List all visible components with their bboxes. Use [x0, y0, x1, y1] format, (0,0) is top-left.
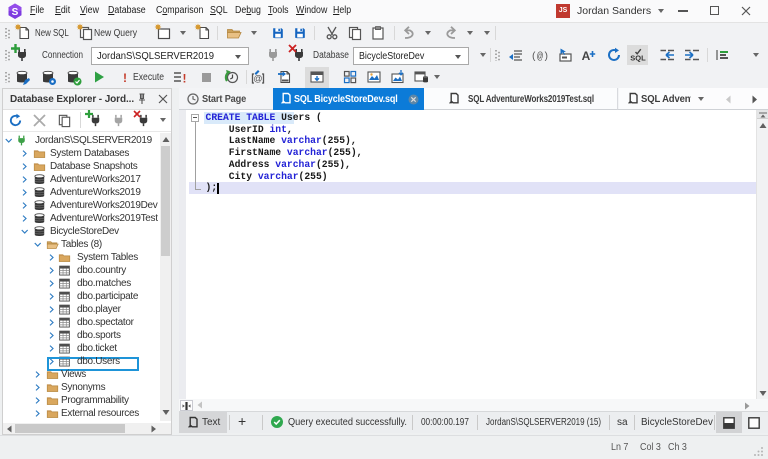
svg-text:SQL: SQL	[630, 54, 646, 63]
svg-text:(@): (@)	[532, 51, 548, 63]
svg-text:!: !	[183, 72, 187, 86]
svg-text:@: @	[253, 74, 262, 84]
svg-text:A: A	[582, 49, 591, 63]
